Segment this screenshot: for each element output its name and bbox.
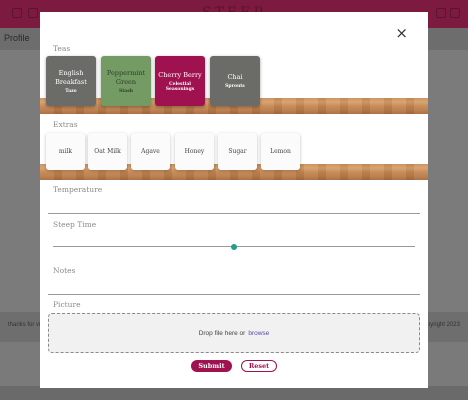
temperature-label: Temperature xyxy=(53,185,103,194)
steep-time-label: Steep Time xyxy=(53,220,97,229)
tea-name: Cherry Berry xyxy=(158,70,202,79)
notes-input[interactable] xyxy=(48,294,420,295)
notes-label: Notes xyxy=(53,266,76,275)
profile-link[interactable]: Profile xyxy=(4,33,30,43)
submit-button[interactable]: Submit xyxy=(191,360,232,372)
reset-button[interactable]: Reset xyxy=(241,360,277,372)
tea-name: English Breakfast xyxy=(55,68,87,86)
tea-card-cherry-berry[interactable]: Cherry Berry Celestial Seasonings xyxy=(155,56,205,106)
close-icon[interactable]: × xyxy=(395,26,408,41)
tea-brand: Stash xyxy=(118,88,134,94)
tea-card-chai[interactable]: Chai Sprouts xyxy=(210,56,260,106)
account-icon[interactable] xyxy=(436,8,446,18)
picture-label: Picture xyxy=(53,300,81,309)
picture-dropzone[interactable]: Drop file here or browse xyxy=(48,313,420,353)
tea-name: Chai xyxy=(227,73,243,81)
browse-link[interactable]: browse xyxy=(248,330,269,337)
tea-card-peppermint-green[interactable]: Peppermint Green Stash xyxy=(101,56,151,106)
app-bottom-bar xyxy=(0,386,468,400)
tea-brand: Celestial Seasonings xyxy=(165,81,195,92)
extra-card-lemon[interactable]: Lemon xyxy=(261,133,300,170)
tea-brand: Sprouts xyxy=(225,84,245,89)
extra-card-oat-milk[interactable]: Oat Milk xyxy=(88,133,127,170)
teas-label: Teas xyxy=(53,44,71,53)
extra-card-agave[interactable]: Agave xyxy=(131,133,170,170)
steep-time-slider-thumb[interactable] xyxy=(231,244,237,250)
extras-label: Extras xyxy=(53,120,78,129)
extra-card-sugar[interactable]: Sugar xyxy=(218,133,257,170)
footer-left-text: thanks for vis xyxy=(8,322,44,328)
tea-brand: Tazo xyxy=(65,88,77,94)
temperature-input[interactable] xyxy=(48,213,420,214)
extra-card-honey[interactable]: Honey xyxy=(175,133,214,170)
tea-card-english-breakfast[interactable]: English Breakfast Tazo xyxy=(46,56,96,106)
logout-icon[interactable] xyxy=(450,8,460,18)
tea-name: Peppermint Green xyxy=(106,68,146,86)
extra-card-milk[interactable]: milk xyxy=(46,133,85,170)
dropzone-text: Drop file here or xyxy=(198,329,246,337)
add-tea-modal: × Teas English Breakfast Tazo Peppermint… xyxy=(40,12,428,388)
